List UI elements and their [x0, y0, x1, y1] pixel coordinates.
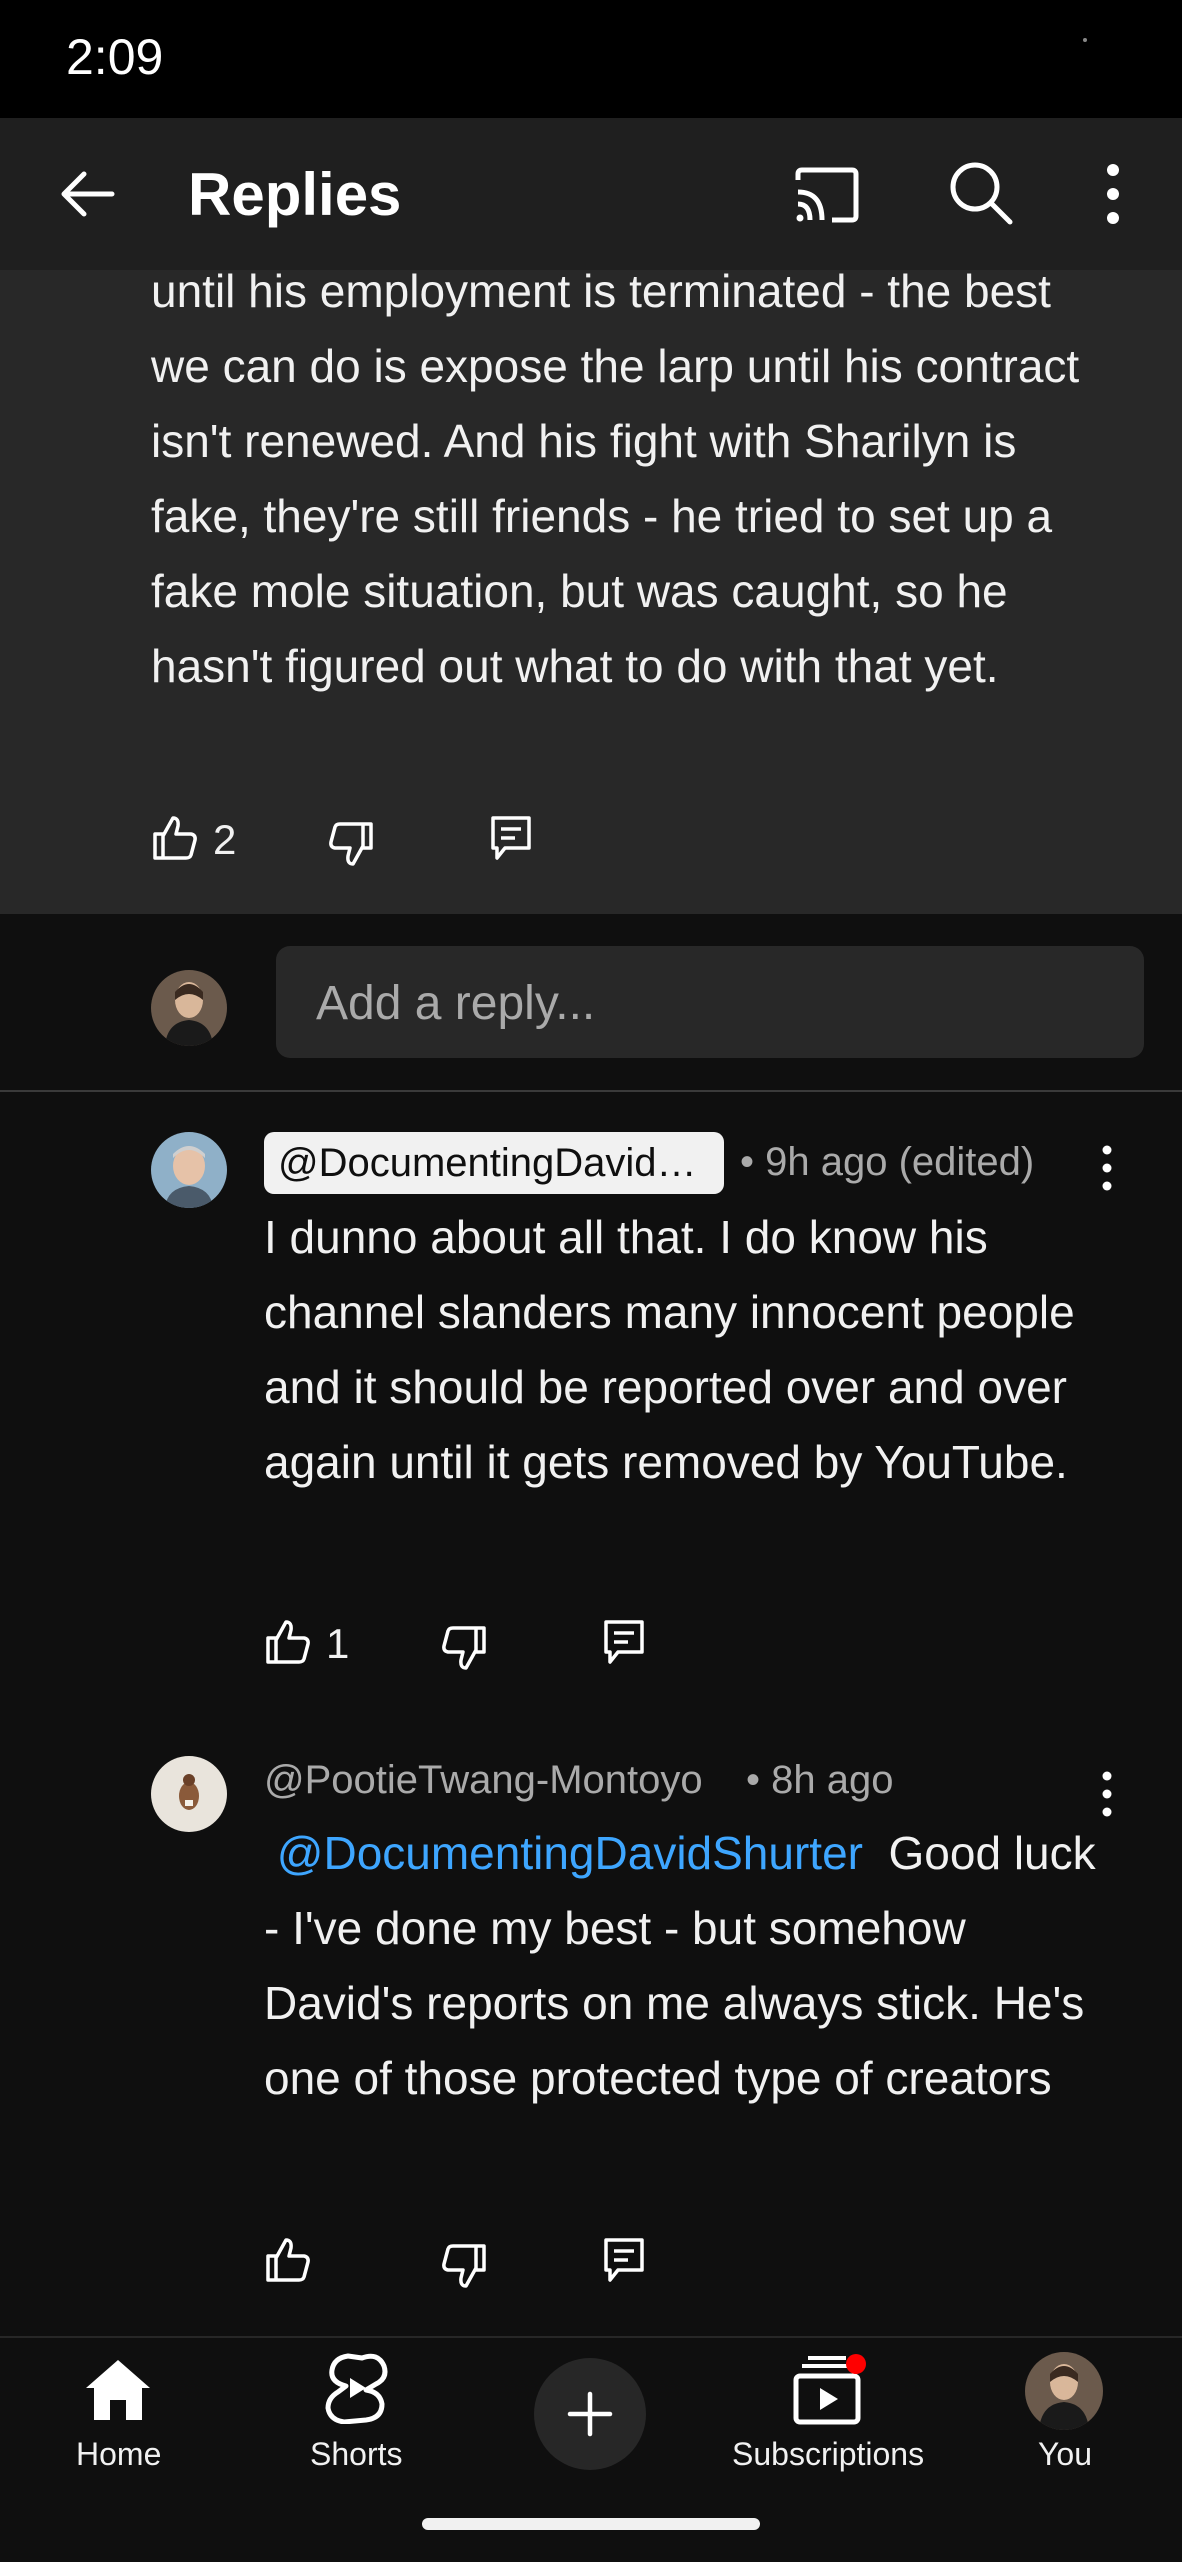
comment-text: @DocumentingDavidShurter Good luck - I'v…: [264, 1816, 1114, 2116]
notification-dot: [846, 2354, 866, 2374]
like-count: 1: [326, 1620, 350, 1667]
app-bar: Replies: [0, 118, 1182, 270]
home-icon: [86, 2360, 150, 2420]
search-icon[interactable]: [948, 160, 1014, 226]
comment-meta: • 8h ago: [746, 1758, 894, 1802]
comment-meta: • 9h ago (edited): [740, 1140, 1035, 1184]
home-indicator: [422, 2518, 760, 2530]
nav-home-label: Home: [76, 2436, 162, 2472]
comment-more-icon[interactable]: [1096, 1144, 1118, 1192]
profile-avatar: [1025, 2352, 1103, 2430]
nav-shorts-label: Shorts: [310, 2436, 403, 2472]
parent-comment-actions: 2: [151, 810, 571, 870]
comment-mention-link[interactable]: @DocumentingDavidShurter: [277, 1827, 863, 1879]
commenter-avatar[interactable]: [151, 1132, 227, 1208]
like-icon[interactable]: [264, 1618, 312, 1666]
like-icon[interactable]: [264, 2236, 312, 2284]
reply-icon[interactable]: [487, 814, 535, 862]
plus-icon: [567, 2391, 613, 2437]
commenter-avatar[interactable]: [151, 1756, 227, 1832]
reply-icon[interactable]: [600, 2236, 648, 2284]
subscriptions-icon: [793, 2354, 866, 2425]
comment-actions: 1: [264, 1614, 684, 1674]
comment-more-icon[interactable]: [1096, 1770, 1118, 1818]
more-options-icon[interactable]: [1100, 162, 1126, 226]
page-title: Replies: [188, 161, 402, 228]
dislike-icon[interactable]: [327, 820, 375, 868]
status-time: 2:09: [66, 29, 164, 85]
comment-actions: [264, 2232, 684, 2292]
nav-subscriptions-label: Subscriptions: [732, 2436, 925, 2472]
dislike-icon[interactable]: [440, 2242, 488, 2290]
nav-subscriptions[interactable]: Subscriptions: [728, 2338, 928, 2488]
status-dot: [1083, 38, 1087, 42]
create-button[interactable]: [534, 2358, 646, 2470]
nav-you[interactable]: You: [1016, 2338, 1112, 2488]
reply-input-placeholder: Add a reply...: [316, 977, 596, 1030]
bottom-navigation: Home Shorts Subscriptions You: [0, 2336, 1182, 2562]
reply-input[interactable]: Add a reply...: [276, 946, 1144, 1058]
back-arrow-icon[interactable]: [56, 162, 120, 226]
parent-comment-text: until his employment is terminated - the…: [151, 270, 1080, 692]
reply-comment: @DocumentingDavid… • 9h ago (edited) I d…: [0, 1092, 1182, 1712]
nav-you-label: You: [1038, 2436, 1092, 2472]
cast-icon[interactable]: [794, 166, 860, 224]
comment-text: I dunno about all that. I do know his ch…: [264, 1211, 1075, 1488]
comment-author-badge[interactable]: @DocumentingDavid…: [264, 1132, 724, 1194]
add-reply-bar: Add a reply...: [0, 914, 1182, 1092]
like-count: 2: [213, 816, 237, 863]
reply-icon[interactable]: [600, 1618, 648, 1666]
parent-comment: until his employment is terminated - the…: [0, 270, 1182, 914]
shorts-icon: [325, 2353, 388, 2424]
reply-comment: @PootieTwang-Montoyo • 8h ago @Documenti…: [0, 1712, 1182, 2332]
dislike-icon[interactable]: [440, 1624, 488, 1672]
comment-author[interactable]: @PootieTwang-Montoyo: [264, 1758, 703, 1803]
nav-shorts[interactable]: Shorts: [298, 2338, 414, 2488]
nav-home[interactable]: Home: [60, 2338, 176, 2488]
status-bar: 2:09: [0, 0, 1182, 118]
current-user-avatar: [151, 970, 227, 1046]
like-icon[interactable]: [151, 814, 199, 862]
